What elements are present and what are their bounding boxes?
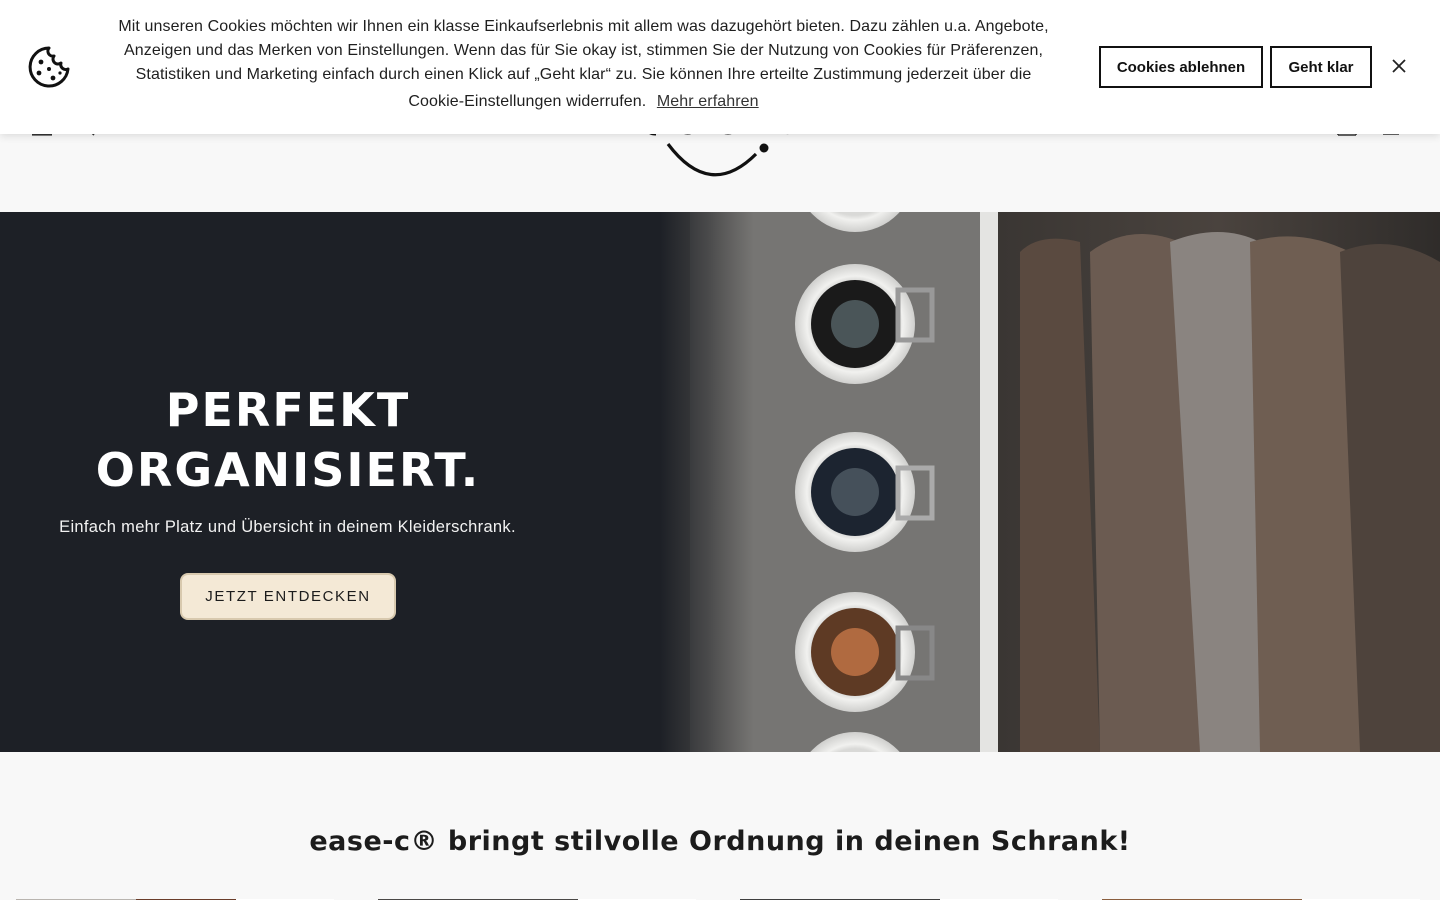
- cookie-text-line: Cookie-Einstellungen widerrufen.: [408, 93, 647, 110]
- hero-title-line: PERFEKT: [165, 383, 411, 437]
- product-card[interactable]: [1102, 893, 1420, 900]
- decline-cookies-button[interactable]: Cookies ablehnen: [1099, 46, 1263, 88]
- cookie-icon: [28, 46, 70, 88]
- product-card[interactable]: [740, 893, 1058, 900]
- cookie-banner: Mit unseren Cookies möchten wir Ihnen ei…: [0, 0, 1440, 134]
- hero-subtitle: Einfach mehr Platz und Übersicht in dein…: [59, 518, 516, 536]
- hero-image: [660, 212, 1440, 752]
- hero-banner: PERFEKT ORGANISIERT. Einfach mehr Platz …: [0, 212, 1440, 752]
- hero-title-line: ORGANISIERT.: [95, 443, 481, 497]
- product-card[interactable]: [16, 893, 334, 900]
- cookie-text-line: Mit unseren Cookies möchten wir Ihnen ei…: [118, 18, 1049, 35]
- product-card[interactable]: [378, 893, 696, 900]
- learn-more-link[interactable]: Mehr erfahren: [657, 93, 759, 110]
- cookie-message: Mit unseren Cookies möchten wir Ihnen ei…: [80, 15, 1087, 114]
- close-icon[interactable]: [1388, 55, 1410, 77]
- cookie-text-line: Statistiken und Marketing einfach durch …: [135, 66, 1032, 83]
- hero-title: PERFEKT ORGANISIERT.: [58, 380, 518, 500]
- cookie-text-line: Anzeigen und das Merken von Einstellunge…: [123, 42, 1044, 59]
- section-heading: ease-c® bringt stilvolle Ordnung in dein…: [309, 826, 1131, 857]
- shop-now-button[interactable]: JETZT ENTDECKEN: [180, 573, 396, 620]
- cookie-text-line-last: Cookie-Einstellungen widerrufen. Mehr er…: [80, 90, 1087, 114]
- accept-cookies-button[interactable]: Geht klar: [1270, 46, 1372, 88]
